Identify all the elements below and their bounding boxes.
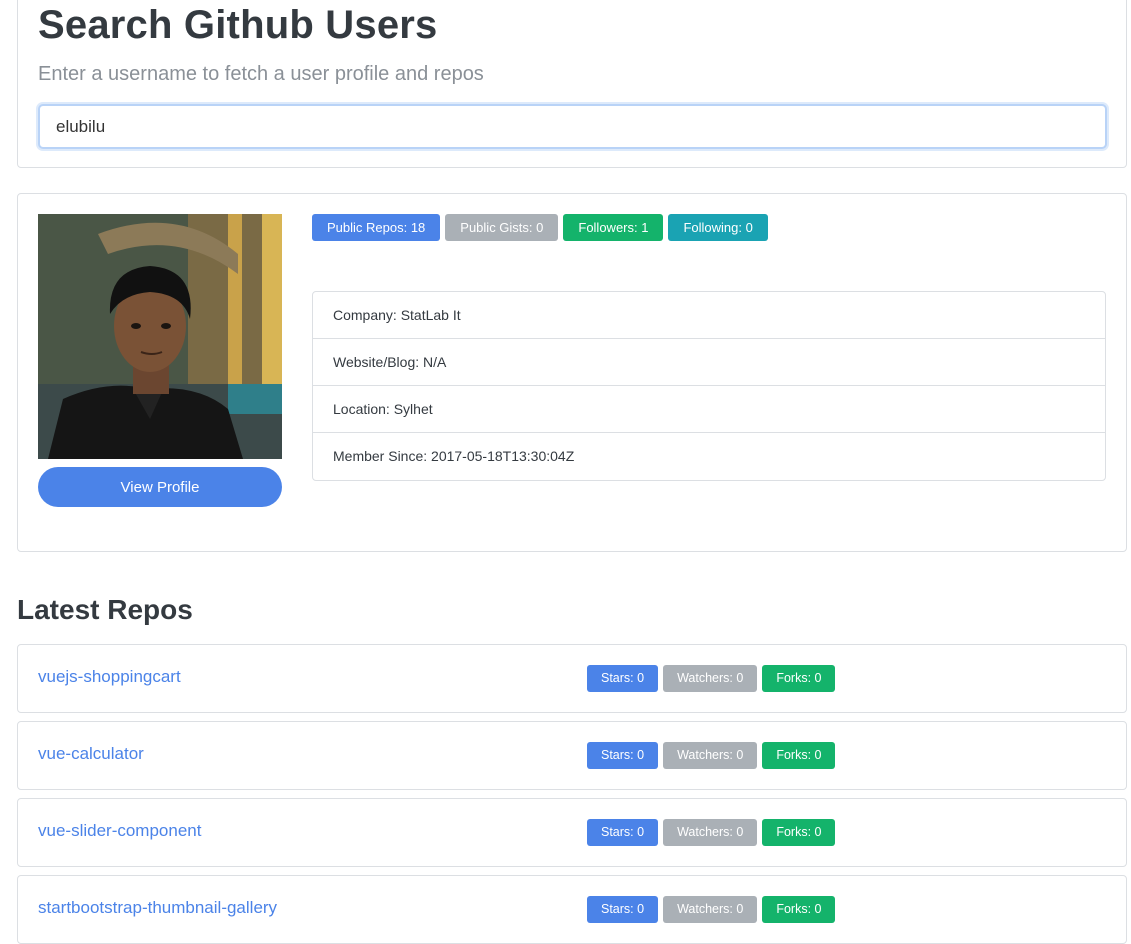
website-item: Website/Blog: N/A (313, 339, 1105, 386)
repo-card: startbootstrap-thumbnail-gallery Stars: … (17, 875, 1127, 944)
page-subtitle: Enter a username to fetch a user profile… (38, 63, 484, 85)
search-input[interactable] (38, 104, 1107, 149)
repo-stats: Stars: 0 Watchers: 0 Forks: 0 (587, 742, 836, 769)
profile-info-list: Company: StatLab It Website/Blog: N/A Lo… (312, 291, 1106, 481)
stars-badge: Stars: 0 (587, 742, 659, 769)
member-since-item: Member Since: 2017-05-18T13:30:04Z (333, 448, 575, 464)
profile-card: View Profile Public Repos: 18 Public Gis… (17, 193, 1127, 552)
repo-card: vue-calculator Stars: 0 Watchers: 0 Fork… (17, 721, 1127, 790)
repo-link[interactable]: vue-calculator (38, 744, 144, 764)
repo-stats: Stars: 0 Watchers: 0 Forks: 0 (587, 819, 836, 846)
page-title: Search Github Users (38, 3, 438, 47)
repo-card: vue-slider-component Stars: 0 Watchers: … (17, 798, 1127, 867)
company-item: Company: StatLab It (313, 292, 1105, 339)
repo-card: vuejs-shoppingcart Stars: 0 Watchers: 0 … (17, 644, 1127, 713)
repo-stats: Stars: 0 Watchers: 0 Forks: 0 (587, 665, 836, 692)
watchers-badge: Watchers: 0 (663, 742, 758, 769)
following-badge: Following: 0 (668, 214, 768, 241)
forks-badge: Forks: 0 (762, 819, 836, 846)
avatar-photo (38, 214, 282, 459)
repo-link[interactable]: startbootstrap-thumbnail-gallery (38, 898, 277, 918)
public-gists-badge: Public Gists: 0 (445, 214, 559, 241)
stars-badge: Stars: 0 (587, 819, 659, 846)
location-item: Location: Sylhet (313, 386, 1105, 433)
view-profile-button[interactable]: View Profile (38, 467, 282, 507)
avatar (38, 214, 282, 459)
forks-badge: Forks: 0 (762, 896, 836, 923)
stars-badge: Stars: 0 (587, 896, 659, 923)
followers-badge: Followers: 1 (563, 214, 664, 241)
forks-badge: Forks: 0 (762, 665, 836, 692)
watchers-badge: Watchers: 0 (663, 896, 758, 923)
watchers-badge: Watchers: 0 (663, 665, 758, 692)
search-card: Search Github Users Enter a username to … (17, 0, 1127, 168)
repo-link[interactable]: vue-slider-component (38, 821, 201, 841)
repo-link[interactable]: vuejs-shoppingcart (38, 667, 181, 687)
profile-stats: Public Repos: 18 Public Gists: 0 Followe… (312, 214, 768, 241)
forks-badge: Forks: 0 (762, 742, 836, 769)
watchers-badge: Watchers: 0 (663, 819, 758, 846)
repo-stats: Stars: 0 Watchers: 0 Forks: 0 (587, 896, 836, 923)
stars-badge: Stars: 0 (587, 665, 659, 692)
public-repos-badge: Public Repos: 18 (312, 214, 441, 241)
repos-heading: Latest Repos (17, 594, 193, 625)
